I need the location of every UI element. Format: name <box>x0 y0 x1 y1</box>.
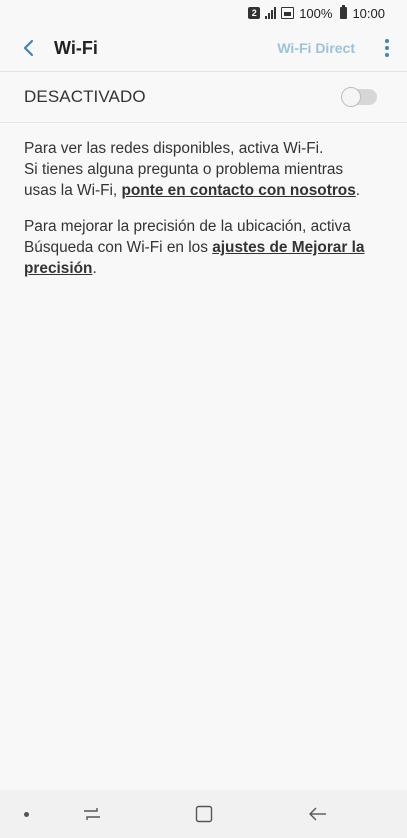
home-icon <box>195 805 213 823</box>
contact-us-link[interactable]: ponte en contacto con nosotros <box>121 182 355 199</box>
info-location-text: Para mejorar la precisión de la ubicació… <box>24 216 379 279</box>
wifi-direct-button[interactable]: Wi-Fi Direct <box>277 40 355 56</box>
info-line: Para ver las redes disponibles, activa W… <box>24 140 324 157</box>
data-signal-icon <box>281 7 295 19</box>
nav-show-hide-button[interactable] <box>14 790 38 838</box>
navigation-bar <box>0 790 407 838</box>
info-text-end: . <box>355 182 361 199</box>
battery-percent: 100% <box>299 5 333 21</box>
app-bar: Wi-Fi Wi-Fi Direct <box>0 26 407 70</box>
more-options-button[interactable] <box>369 26 405 70</box>
info-paragraph-location-accuracy: Para mejorar la precisión de la ubicació… <box>24 216 379 279</box>
more-vertical-icon <box>385 39 389 57</box>
info-paragraph-available-networks: Para ver las redes disponibles, activa W… <box>24 138 379 201</box>
back-button[interactable] <box>0 26 56 70</box>
status-time: 10:00 <box>352 5 385 21</box>
recent-apps-icon <box>84 808 100 820</box>
wifi-master-switch-row[interactable]: DESACTIVADO <box>0 72 407 122</box>
back-arrow-icon <box>309 807 326 821</box>
info-contact-text: Si tienes alguna pregunta o problema mie… <box>24 159 379 201</box>
status-bar: 2 100% 10:00 <box>0 0 407 26</box>
chevron-left-icon <box>23 39 34 57</box>
recent-apps-button[interactable] <box>72 790 112 838</box>
page-title: Wi-Fi <box>54 37 98 58</box>
home-button[interactable] <box>184 790 224 838</box>
wifi-settings-screen: 2 100% 10:00 Wi-Fi Wi-Fi Direct DESACTIV… <box>0 0 407 838</box>
switch-label: DESACTIVADO <box>24 87 146 106</box>
toggle-thumb <box>341 87 361 107</box>
wifi-toggle[interactable] <box>341 87 379 107</box>
sim-badge: 2 <box>248 7 261 19</box>
divider <box>0 122 407 123</box>
signal-icon <box>265 7 277 19</box>
info-text-end: . <box>92 260 97 277</box>
dot-icon <box>23 811 29 817</box>
nav-back-button[interactable] <box>298 790 338 838</box>
battery-icon <box>340 5 348 19</box>
